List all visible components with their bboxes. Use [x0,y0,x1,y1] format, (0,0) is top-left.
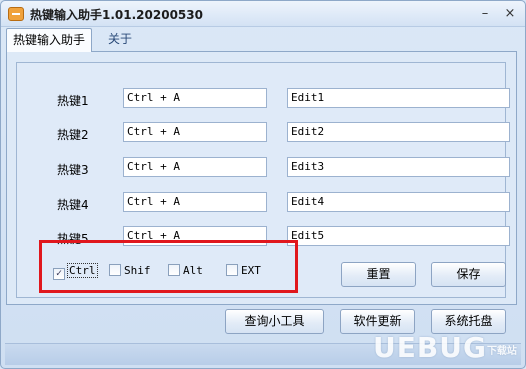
hotkey-3-key-input[interactable]: Ctrl + A [123,157,267,177]
tab-about[interactable]: 关于 [102,28,138,52]
hotkey-3-action-input[interactable]: Edit3 [287,157,510,177]
alt-checkbox-label: Alt [183,264,203,277]
hotkey-label-3: 热键3 [57,163,89,177]
watermark-text: UEBUG [373,331,487,364]
hotkey-2-action-input[interactable]: Edit2 [287,122,510,142]
hotkey-label-2: 热键2 [57,128,89,142]
alt-checkbox[interactable]: Alt [168,263,203,279]
hotkey-label-1: 热键1 [57,94,89,108]
close-button[interactable]: × [500,5,520,23]
ctrl-check-icon: ✓ [53,268,65,280]
hotkey-5-key-input[interactable]: Ctrl + A [123,226,267,246]
hotkey-1-key-input[interactable]: Ctrl + A [123,88,267,108]
title-bar[interactable]: 热键输入助手1.01.20200530 – × [1,1,525,27]
hotkey-5-action-input[interactable]: Edit5 [287,226,510,246]
hotkey-1-action-input[interactable]: Edit1 [287,88,510,108]
ctrl-checkbox-label: Ctrl [67,263,98,278]
window-title: 热键输入助手1.01.20200530 [30,8,203,22]
shift-check-icon [109,264,121,276]
app-icon [8,7,24,21]
tab-hotkey-helper[interactable]: 热键输入助手 [6,28,92,52]
app-window: 热键输入助手1.01.20200530 – × 热键输入助手 关于 热键1 Ct… [0,0,526,369]
shift-checkbox[interactable]: Shif [109,263,151,279]
hotkey-label-4: 热键4 [57,198,89,212]
ext-checkbox[interactable]: EXT [226,263,261,279]
hotkey-2-key-input[interactable]: Ctrl + A [123,122,267,142]
ctrl-checkbox[interactable]: ✓ Ctrl [53,263,98,280]
watermark-logo: UEBUG下载站 [373,331,523,365]
alt-check-icon [168,264,180,276]
shift-checkbox-label: Shif [124,264,151,277]
ext-check-icon [226,264,238,276]
hotkey-label-5: 热键5 [57,232,89,246]
minimize-button[interactable]: – [475,5,495,23]
hotkey-4-key-input[interactable]: Ctrl + A [123,192,267,212]
watermark-suffix: 下载站 [486,346,517,357]
ext-checkbox-label: EXT [241,264,261,277]
reset-button[interactable]: 重置 [341,262,416,287]
save-button[interactable]: 保存 [431,262,506,287]
hotkey-4-action-input[interactable]: Edit4 [287,192,510,212]
query-tool-button[interactable]: 查询小工具 [225,309,324,334]
